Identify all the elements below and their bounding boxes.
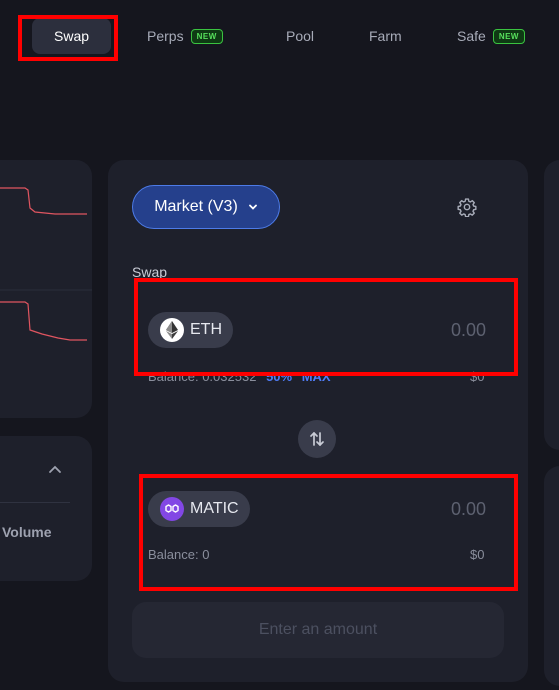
new-badge: NEW xyxy=(492,28,525,44)
price-line-bottom xyxy=(0,301,87,341)
cta-label: Enter an amount xyxy=(258,621,378,638)
tab-perps[interactable]: Perps NEW xyxy=(147,18,223,54)
to-token-symbol: MATIC xyxy=(190,500,239,517)
from-amount-input[interactable]: 0.00 xyxy=(366,320,486,341)
from-balance: Balance: 0.032532 xyxy=(148,369,257,384)
tab-farm[interactable]: Farm xyxy=(369,18,402,54)
max-button[interactable]: MAX xyxy=(302,369,331,384)
right-panel xyxy=(544,466,559,686)
from-token-selector[interactable]: ETH xyxy=(148,312,233,348)
price-chart xyxy=(0,187,92,341)
switch-tokens-button[interactable] xyxy=(298,420,336,458)
arrows-up-down-icon xyxy=(310,432,324,446)
to-token-selector[interactable]: MATIC xyxy=(148,491,250,527)
tab-swap-label: Swap xyxy=(54,28,90,44)
to-usd-value: $0 xyxy=(470,547,485,562)
enter-amount-button[interactable]: Enter an amount xyxy=(132,602,504,658)
right-panel xyxy=(544,160,559,450)
from-token-symbol: ETH xyxy=(190,321,222,338)
new-badge: NEW xyxy=(190,28,223,44)
gear-icon[interactable] xyxy=(457,197,477,217)
price-line-top xyxy=(0,187,87,215)
tab-swap[interactable]: Swap xyxy=(32,18,112,54)
price-chart-panel xyxy=(0,160,92,418)
divider xyxy=(0,502,70,503)
chevron-up-icon[interactable] xyxy=(48,464,62,474)
top-nav: Swap Perps NEW Pool Farm Safe NEW xyxy=(0,0,559,80)
swap-card: Market (V3) Swap ETH 0.00 Balance: 0.032… xyxy=(108,160,528,682)
matic-icon xyxy=(160,497,184,521)
tab-safe[interactable]: Safe NEW xyxy=(457,18,525,54)
to-balance: Balance: 0 xyxy=(148,547,210,562)
tab-farm-label: Farm xyxy=(369,28,402,44)
swap-section-label: Swap xyxy=(132,264,168,280)
volume-label: Volume xyxy=(2,524,52,540)
from-balance-row: Balance: 0.032532 50% MAX xyxy=(148,369,331,384)
tab-pool-label: Pool xyxy=(286,28,315,44)
market-type-dropdown[interactable]: Market (V3) xyxy=(132,185,280,229)
tab-perps-label: Perps xyxy=(147,28,184,44)
stats-panel: Volume xyxy=(0,436,92,581)
eth-icon xyxy=(160,318,184,342)
tab-safe-label: Safe xyxy=(457,28,486,44)
half-button[interactable]: 50% xyxy=(266,369,292,384)
tab-pool[interactable]: Pool xyxy=(286,18,314,54)
chevron-down-icon xyxy=(248,204,257,210)
market-type-label: Market (V3) xyxy=(154,198,238,215)
from-usd-value: $0 xyxy=(470,369,485,384)
to-amount-input[interactable]: 0.00 xyxy=(366,499,486,520)
